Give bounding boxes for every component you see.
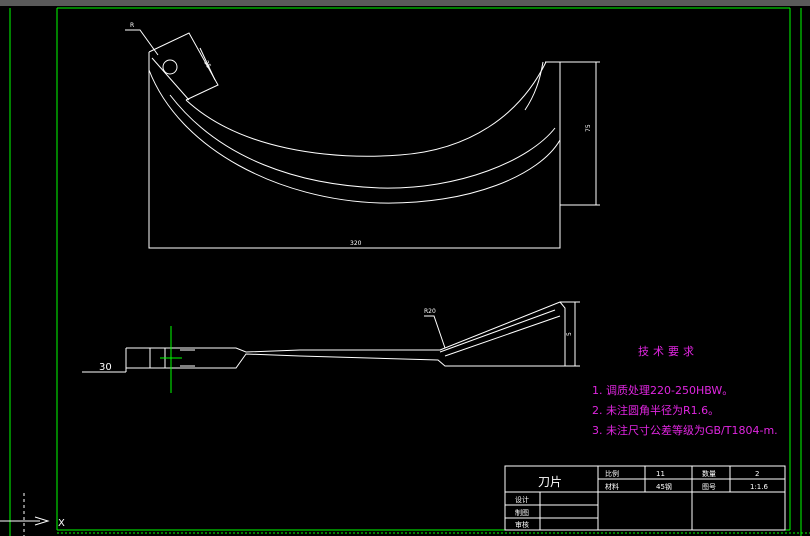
- side-dim-vertical: 75: [585, 124, 592, 132]
- tech-item-3: 3. 未注尺寸公差等级为GB/T1804-m.: [592, 423, 778, 437]
- drawing-frame: [9, 7, 810, 536]
- front-leader-label: R20: [424, 308, 436, 315]
- tech-requirements: 技术要求 1. 调质处理220-250HBW。 2. 未注圆角半径为R1.6。 …: [592, 345, 778, 437]
- tb-ratio-value: 11: [656, 470, 665, 478]
- side-dim-bottom: 320: [350, 240, 362, 247]
- tb-label-drafter: 制图: [515, 508, 529, 517]
- tb-label-ratio: 比例: [605, 469, 619, 478]
- front-view-profile: [125, 301, 566, 369]
- title-block-part-name: 刀片: [538, 475, 562, 489]
- front-dim-right: 5: [566, 332, 573, 336]
- side-view: [125, 29, 600, 249]
- front-dim-left: 30: [99, 362, 112, 373]
- side-view-outline: [148, 52, 561, 249]
- side-leader-label: R: [130, 22, 134, 29]
- tech-item-1: 1. 调质处理220-250HBW。: [592, 384, 733, 397]
- ucs-x-label: X: [58, 518, 65, 529]
- blade-edge-curve: [169, 94, 556, 189]
- tech-item-2: 2. 未注圆角半径为R1.6。: [592, 403, 719, 417]
- tb-label-drawing-no: 图号: [702, 483, 716, 491]
- tb-label-designer: 设计: [515, 495, 529, 504]
- leader-line-top: [125, 29, 159, 56]
- tb-label-count: 数量: [702, 469, 716, 478]
- cad-drawing-canvas[interactable]: R 35 75 320 30 R20 5 技术要求 1. 调质处理220-250…: [0, 0, 810, 536]
- front-view-centerline: [160, 326, 182, 393]
- blade-outer-curve: [148, 69, 561, 204]
- blade-inner-curve: [185, 61, 547, 157]
- tb-drawing-no-value: 1:1.6: [750, 483, 768, 491]
- tb-count-value: 2: [755, 470, 759, 478]
- tb-label-material: 材料: [605, 482, 619, 491]
- tb-label-reviewer: 审核: [515, 520, 529, 529]
- tb-material-value: 45钢: [656, 482, 672, 491]
- tech-title: 技术要求: [638, 345, 698, 358]
- side-dim-tilt: 35: [202, 60, 212, 70]
- front-view: [82, 301, 580, 373]
- mounting-hole: [162, 59, 178, 75]
- ucs-icon: [0, 493, 50, 536]
